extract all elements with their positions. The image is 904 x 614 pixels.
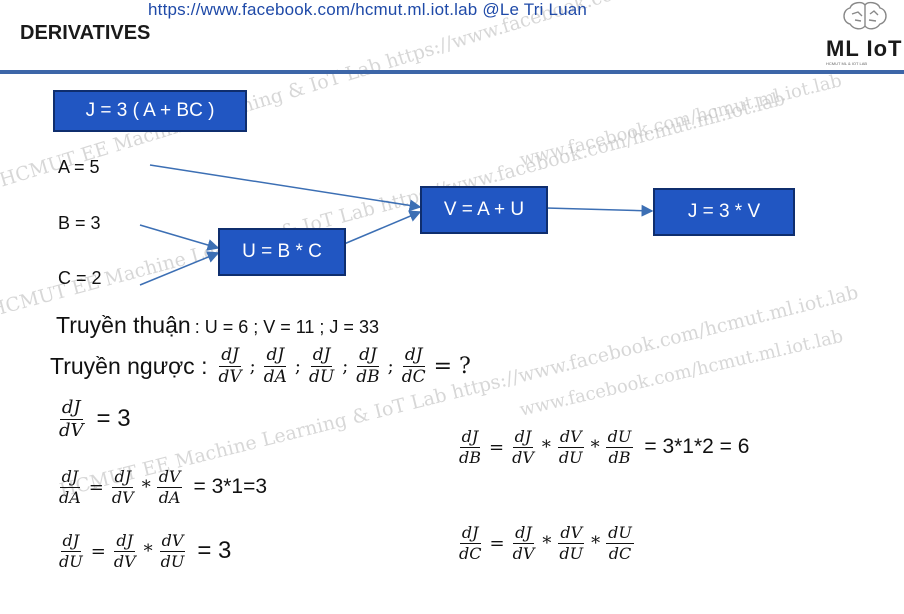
forward-pass: Truyền thuận : U = 6 ; V = 11 ; J = 33 xyxy=(56,312,379,339)
node-u: U = B * C xyxy=(218,228,346,276)
equation-da-result: = 3*1=3 xyxy=(193,475,268,499)
node-j-label: J = 3 * V xyxy=(687,201,761,222)
grad-dj-da: dJ dA xyxy=(263,345,287,387)
equation-dv: dJ dV = 3 xyxy=(59,397,131,441)
backward-label: Truyền ngược : xyxy=(50,352,208,379)
equation-dc: dJ dC = dJ dV * dV dU * dU dC xyxy=(459,523,634,563)
equation-du: dJ dU = dJ dV * dV dU = 3 xyxy=(59,531,232,571)
grad-dj-dc: dJ dC xyxy=(401,345,426,387)
equation-db-result: = 3*1*2 = 6 xyxy=(644,435,750,459)
equation-da: dJ dA = dJ dV * dV dA = 3*1=3 xyxy=(59,467,268,507)
grad-dj-db: dJ dB xyxy=(356,345,380,387)
node-v-label: V = A + U xyxy=(443,199,525,220)
j-formula-box: J = 3 ( A + BC ) xyxy=(53,90,247,132)
node-u-label: U = B * C xyxy=(242,241,322,262)
input-c: C = 2 xyxy=(58,268,102,288)
equation-du-result: = 3 xyxy=(197,537,232,565)
backward-pass: Truyền ngược : dJ dV ; dJ dA ; dJ dU ; dJ dB… xyxy=(50,345,471,387)
input-b: B = 3 xyxy=(58,213,101,233)
input-a: A = 5 xyxy=(58,157,100,177)
equation-dv-result: = 3 xyxy=(96,405,131,433)
grad-dj-du: dJ dU xyxy=(308,345,335,387)
node-j: J = 3 * V xyxy=(653,188,795,236)
forward-values: : U = 6 ; V = 11 ; J = 33 xyxy=(194,317,379,337)
node-v: V = A + U xyxy=(420,186,548,234)
equation-db: dJ dB = dJ dV * dV dU * dU dB = 3*1*2 = 6 xyxy=(459,427,750,467)
j-formula: J = 3 ( A + BC ) xyxy=(85,100,215,121)
forward-label: Truyền thuận xyxy=(56,312,191,338)
grad-dj-dv: dJ dV xyxy=(218,345,242,387)
backward-tail: = ? xyxy=(433,353,471,379)
